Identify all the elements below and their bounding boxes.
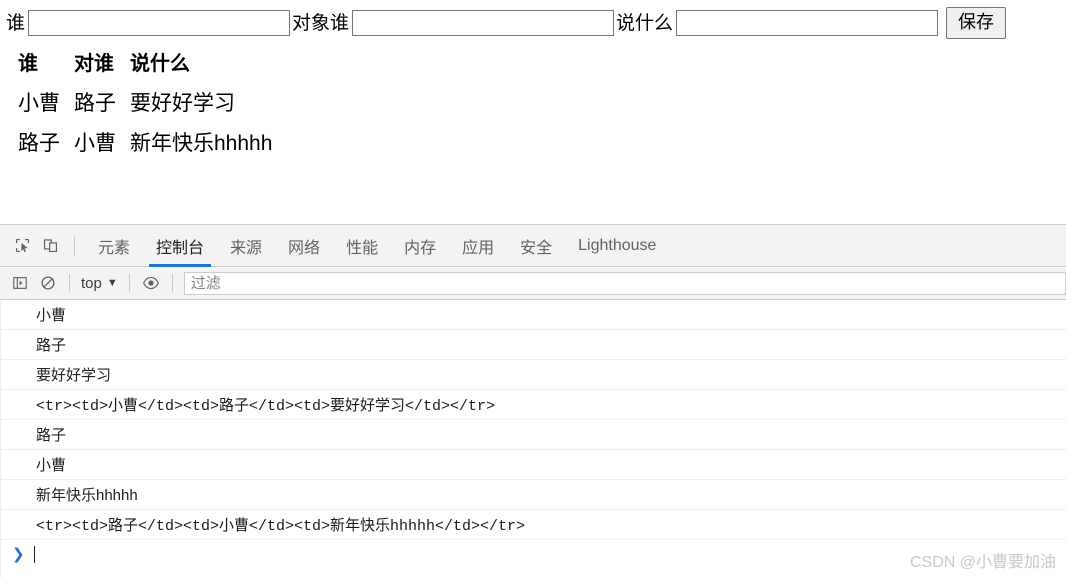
console-toolbar: top ▼	[0, 267, 1066, 300]
table-cell-what: 要好好学习	[130, 92, 235, 115]
devtools-panel: 元素 控制台 来源 网络 性能 内存 应用 安全 Lighthouse top	[0, 224, 1066, 578]
execution-context-label: top	[81, 274, 102, 292]
toolbar-divider	[74, 235, 75, 256]
message-form: 谁 对象谁 说什么 保存	[0, 0, 1066, 39]
label-who: 谁	[6, 12, 26, 34]
clear-console-icon[interactable]	[34, 270, 62, 296]
who-input[interactable]	[28, 10, 291, 36]
console-log-row[interactable]: <tr><td>小曹</td><td>路子</td><td>要好好学习</td>…	[0, 390, 1066, 420]
console-log-row[interactable]: 新年快乐hhhhh	[0, 480, 1066, 510]
console-log-row[interactable]: 小曹	[0, 300, 1066, 330]
console-log-message: 路子	[36, 337, 67, 354]
console-log-message: <tr><td>路子</td><td>小曹</td><td>新年快乐hhhhh<…	[36, 518, 526, 535]
live-expression-icon[interactable]	[137, 270, 165, 296]
table-row: 路子 小曹 新年快乐hhhhh	[16, 122, 286, 162]
whom-input[interactable]	[352, 10, 615, 36]
console-sidebar-icon[interactable]	[6, 270, 34, 296]
console-toolbar-divider-3	[171, 274, 173, 292]
tab-console[interactable]: 控制台	[143, 225, 217, 267]
label-what: 说什么	[616, 12, 674, 34]
console-filter-input[interactable]	[183, 271, 1066, 295]
tab-sources[interactable]: 来源	[217, 225, 275, 267]
table-cell-who: 小曹	[18, 92, 60, 115]
save-button[interactable]: 保存	[946, 7, 1007, 39]
console-log-row[interactable]: 路子	[0, 420, 1066, 450]
tab-lighthouse[interactable]: Lighthouse	[565, 225, 669, 267]
tab-elements[interactable]: 元素	[85, 225, 143, 267]
device-toolbar-icon[interactable]	[36, 232, 64, 260]
console-log-message: 小曹	[36, 307, 67, 324]
table-row: 小曹 路子 要好好学习	[16, 82, 286, 122]
console-log-message: 路子	[36, 427, 67, 444]
messages-table: 谁 对谁 说什么 小曹 路子 要好好学习 路子 小曹 新年快乐hhhhh	[16, 47, 286, 162]
inspect-element-icon[interactable]	[8, 232, 36, 260]
prompt-caret	[33, 545, 35, 563]
tab-network[interactable]: 网络	[275, 225, 333, 267]
table-cell-whom: 小曹	[74, 132, 116, 155]
console-log-row[interactable]: 要好好学习	[0, 360, 1066, 390]
devtools-tabbar: 元素 控制台 来源 网络 性能 内存 应用 安全 Lighthouse	[0, 225, 1066, 267]
execution-context-selector[interactable]: top ▼	[77, 275, 122, 292]
tab-memory[interactable]: 内存	[391, 225, 449, 267]
console-log-row[interactable]: 路子	[0, 330, 1066, 360]
label-whom: 对象谁	[292, 12, 350, 34]
table-header-whom: 对谁	[74, 53, 114, 75]
table-cell-who: 路子	[18, 132, 60, 155]
tab-performance[interactable]: 性能	[333, 225, 391, 267]
console-log-message: 新年快乐hhhhh	[36, 487, 138, 504]
console-log-message: 要好好学习	[36, 367, 112, 384]
what-input[interactable]	[676, 10, 939, 36]
table-cell-what: 新年快乐hhhhh	[130, 132, 273, 155]
console-prompt[interactable]: ❯	[0, 540, 1066, 568]
table-header-what: 说什么	[130, 53, 190, 75]
console-log-message: <tr><td>小曹</td><td>路子</td><td>要好好学习</td>…	[36, 398, 496, 415]
tab-security[interactable]: 安全	[507, 225, 565, 267]
console-log-message: 小曹	[36, 457, 67, 474]
console-toolbar-divider-2	[128, 274, 130, 292]
table-header-who: 谁	[18, 53, 38, 75]
prompt-arrow-icon: ❯	[12, 546, 25, 563]
table-cell-whom: 路子	[74, 92, 116, 115]
console-toolbar-divider	[69, 274, 70, 292]
console-log-row[interactable]: <tr><td>路子</td><td>小曹</td><td>新年快乐hhhhh<…	[0, 510, 1066, 540]
tab-application[interactable]: 应用	[449, 225, 507, 267]
chevron-down-icon: ▼	[106, 277, 118, 289]
table-header-row: 谁 对谁 说什么	[16, 47, 286, 82]
console-log-row[interactable]: 小曹	[0, 450, 1066, 480]
web-page-area: 谁 对象谁 说什么 保存 谁 对谁 说什么 小曹 路子 要好好学习 路子 小曹 …	[0, 0, 1066, 224]
console-log-area[interactable]: 小曹 路子 要好好学习 <tr><td>小曹</td><td>路子</td><t…	[0, 300, 1066, 578]
